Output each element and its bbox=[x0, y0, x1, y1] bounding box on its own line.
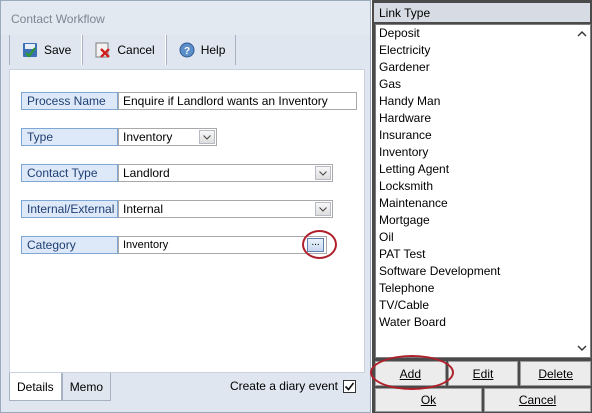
list-item[interactable]: Inventory bbox=[376, 144, 590, 161]
internal-external-row: Internal/External Internal bbox=[21, 200, 333, 218]
add-highlight-circle bbox=[370, 355, 454, 390]
cancel-label: Cancel bbox=[117, 43, 155, 57]
link-type-list[interactable]: Deposit Electricity Gardener Gas Handy Man Ha… bbox=[375, 24, 591, 358]
list-item[interactable]: Insurance bbox=[376, 127, 590, 144]
window-title: Contact Workflow bbox=[1, 1, 370, 35]
scroll-down-icon[interactable] bbox=[577, 343, 587, 353]
ok-label: Ok bbox=[420, 393, 437, 407]
edit-button[interactable]: Edit bbox=[447, 361, 519, 386]
internal-external-value: Internal bbox=[123, 202, 164, 216]
help-label: Help bbox=[200, 43, 226, 57]
category-row: Category Inventory ... bbox=[21, 236, 327, 254]
diary-event-option[interactable]: Create a diary event bbox=[230, 379, 356, 393]
diary-event-label: Create a diary event bbox=[229, 379, 338, 393]
list-scrollbar[interactable] bbox=[574, 25, 590, 357]
list-item[interactable]: Locksmith bbox=[376, 178, 590, 195]
cancel-icon bbox=[95, 42, 111, 58]
list-item[interactable]: PAT Test bbox=[376, 246, 590, 263]
list-item[interactable]: Maintenance bbox=[376, 195, 590, 212]
chevron-down-icon[interactable] bbox=[315, 166, 331, 180]
ok-button[interactable]: Ok bbox=[375, 388, 482, 412]
delete-label: Delete bbox=[538, 366, 574, 381]
contact-workflow-window: Contact Workflow Save Cancel ? Help Proc… bbox=[0, 0, 371, 413]
svg-text:?: ? bbox=[184, 46, 190, 57]
chevron-down-icon[interactable] bbox=[315, 202, 331, 216]
list-item[interactable]: Gas bbox=[376, 76, 590, 93]
save-icon bbox=[22, 42, 38, 58]
delete-button[interactable]: Delete bbox=[520, 361, 592, 386]
tab-memo[interactable]: Memo bbox=[61, 373, 112, 401]
list-item[interactable]: Oil bbox=[376, 229, 590, 246]
list-item[interactable]: Telephone bbox=[376, 280, 590, 297]
save-label: Save bbox=[44, 43, 72, 57]
edit-label: Edit bbox=[472, 366, 494, 381]
tab-bar: Details Memo bbox=[9, 373, 112, 401]
save-button[interactable]: Save bbox=[9, 35, 83, 65]
category-label: Category bbox=[21, 236, 118, 254]
help-button[interactable]: ? Help bbox=[165, 35, 237, 65]
checkmark-icon bbox=[344, 382, 355, 391]
contact-type-row: Contact Type Landlord bbox=[21, 164, 333, 182]
contact-type-value: Landlord bbox=[123, 166, 170, 180]
list-item[interactable]: Mortgage bbox=[376, 212, 590, 229]
cancel-dialog-button[interactable]: Cancel bbox=[484, 388, 591, 412]
type-label: Type bbox=[21, 128, 118, 146]
scroll-up-icon[interactable] bbox=[577, 29, 587, 39]
help-icon: ? bbox=[179, 42, 195, 58]
link-type-items: Deposit Electricity Gardener Gas Handy Man Ha… bbox=[376, 25, 590, 331]
list-item[interactable]: Hardware bbox=[376, 110, 590, 127]
category-value: Inventory bbox=[123, 239, 169, 251]
list-item[interactable]: Letting Agent bbox=[376, 161, 590, 178]
type-select[interactable]: Inventory bbox=[118, 128, 217, 146]
list-item[interactable]: TV/Cable bbox=[376, 297, 590, 314]
internal-external-select[interactable]: Internal bbox=[118, 200, 333, 218]
type-value: Inventory bbox=[123, 130, 173, 144]
tab-details[interactable]: Details bbox=[9, 373, 62, 401]
diary-event-checkbox[interactable] bbox=[343, 379, 356, 393]
process-name-row: Process Name Enquire if Landlord wants a… bbox=[21, 92, 357, 110]
list-item[interactable]: Gardener bbox=[376, 59, 590, 76]
cancel-dialog-label: Cancel bbox=[518, 393, 557, 407]
list-item[interactable]: Electricity bbox=[376, 42, 590, 59]
list-item[interactable]: Handy Man bbox=[376, 93, 590, 110]
dialog-buttons: Ok Cancel bbox=[375, 388, 591, 412]
list-item[interactable]: Water Board bbox=[376, 314, 590, 331]
list-item[interactable]: Deposit bbox=[376, 25, 590, 42]
internal-external-label: Internal/External bbox=[21, 200, 118, 218]
toolbar: Save Cancel ? Help bbox=[9, 35, 237, 65]
highlight-circle bbox=[302, 230, 337, 259]
process-name-label: Process Name bbox=[21, 92, 118, 110]
list-item[interactable]: Software Development bbox=[376, 263, 590, 280]
type-row: Type Inventory bbox=[21, 128, 217, 146]
contact-type-select[interactable]: Landlord bbox=[118, 164, 333, 182]
process-name-field[interactable]: Enquire if Landlord wants an Inventory bbox=[118, 92, 357, 110]
details-panel: Process Name Enquire if Landlord wants a… bbox=[9, 69, 365, 373]
cancel-button[interactable]: Cancel bbox=[82, 35, 166, 65]
category-field[interactable]: Inventory ... bbox=[118, 236, 327, 254]
chevron-down-icon[interactable] bbox=[199, 130, 215, 144]
contact-type-label: Contact Type bbox=[21, 164, 118, 182]
link-type-window: Link Type Deposit Electricity Gardener Gas H… bbox=[370, 0, 592, 413]
link-type-title: Link Type bbox=[374, 3, 590, 22]
